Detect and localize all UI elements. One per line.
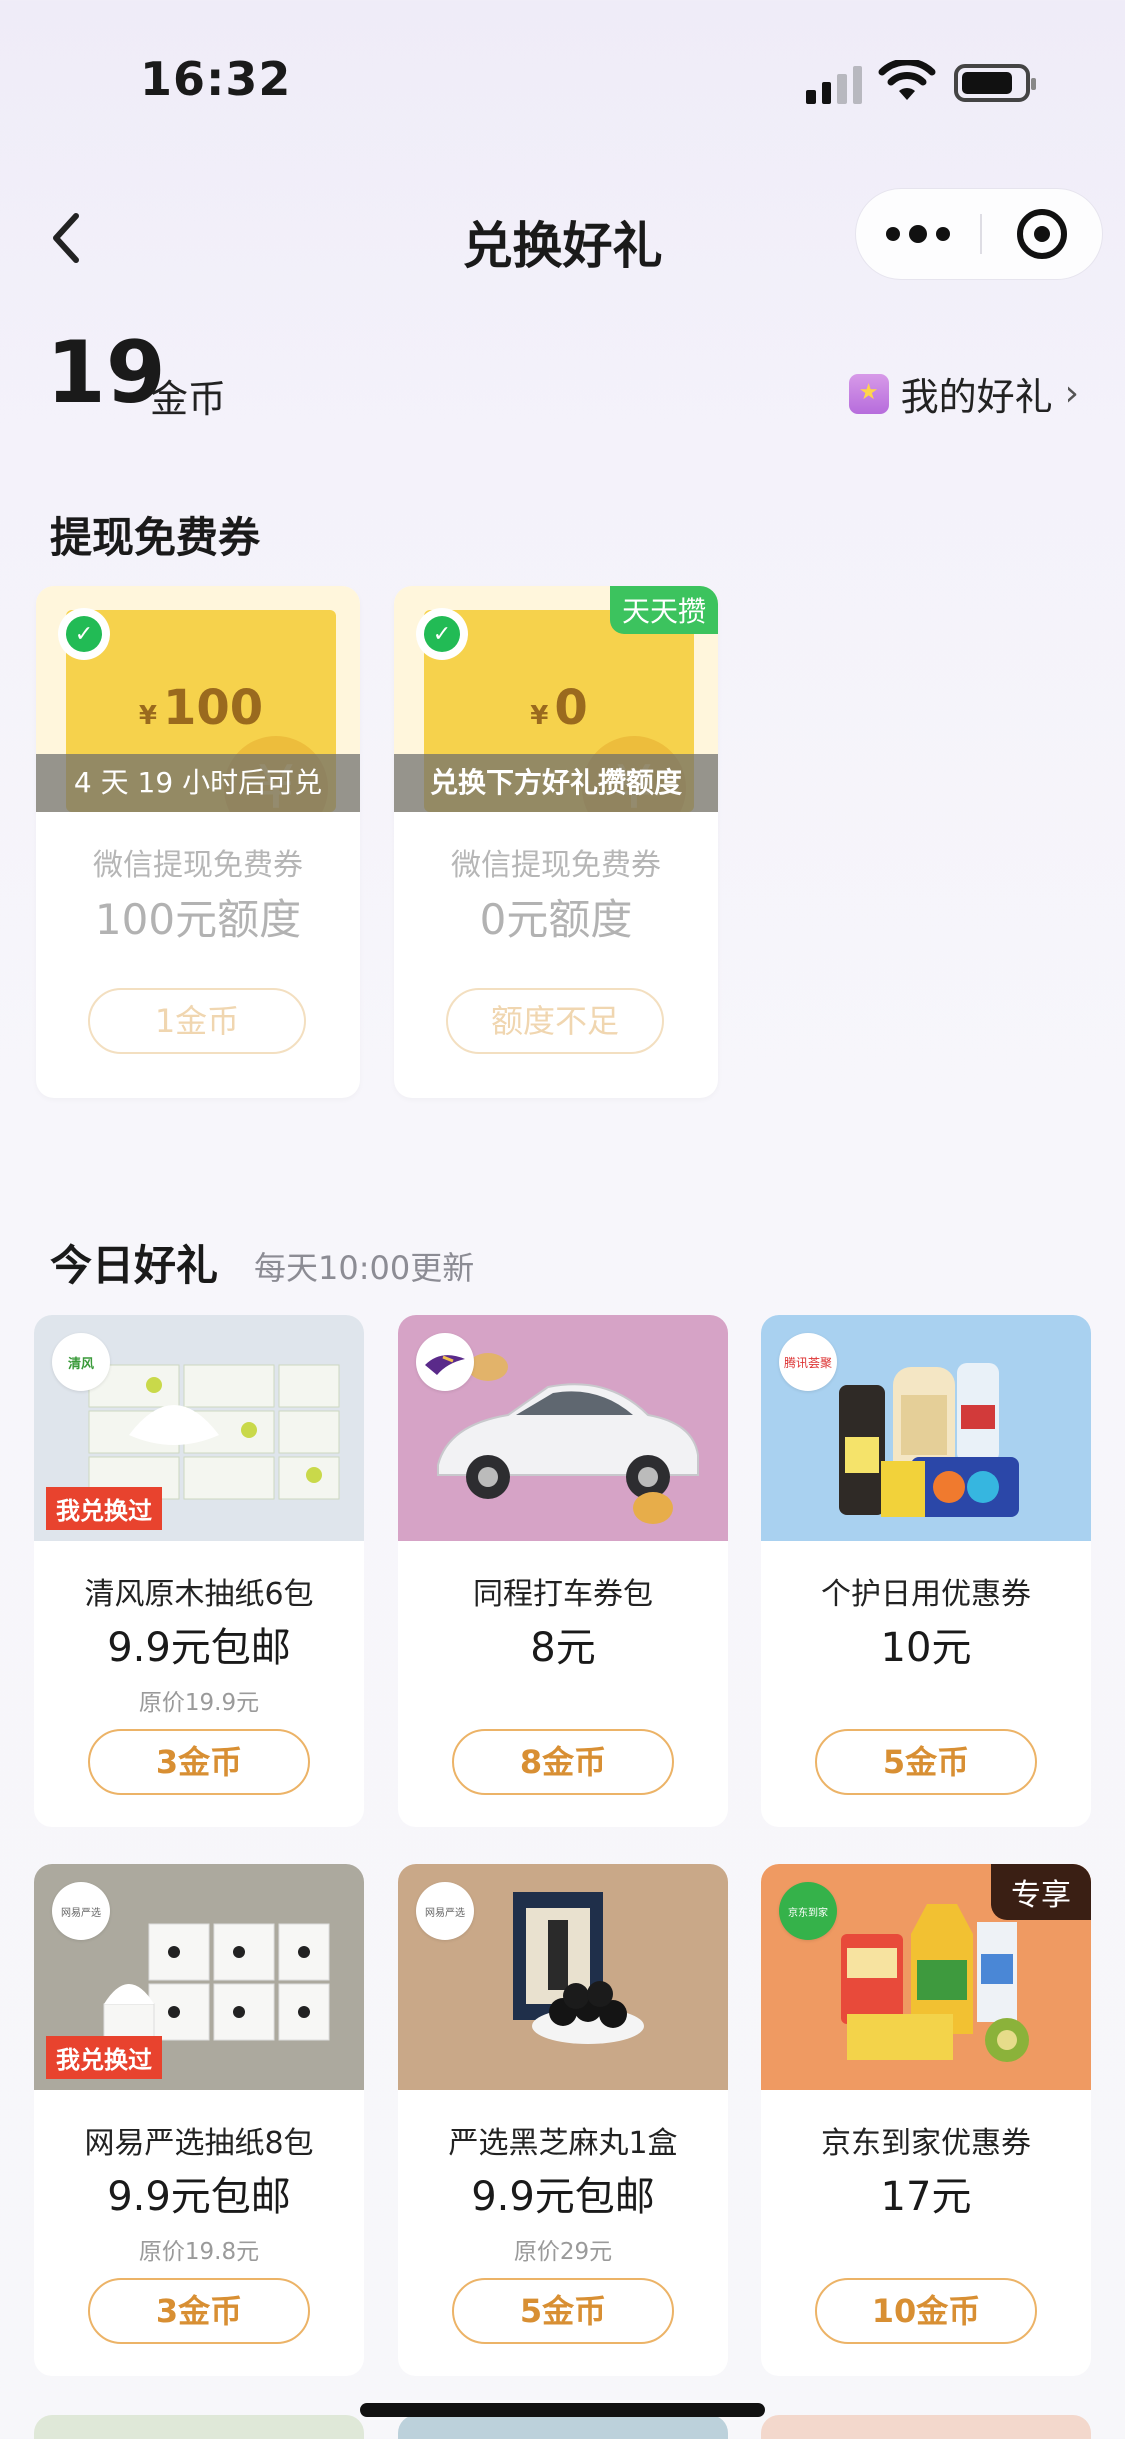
coin-unit: 金币 [150,377,227,421]
close-target-icon[interactable] [982,209,1102,259]
tongcheng-logo-icon [416,1333,474,1391]
gift-redeem-button[interactable]: 3金币 [88,2278,310,2344]
gift-name: 网易严选抽纸8包 [84,2126,314,2161]
gift-card[interactable]: 腾讯荟聚 个护日用优惠券 10元 5金币 [761,1315,1091,1827]
gift-original-price: 原价19.9元 [138,1690,260,1716]
chevron-right-icon: › [1064,373,1079,414]
voucher-amount: ¥100 [138,680,264,736]
next-row-card-peek [761,2415,1091,2439]
voucher-amount: ¥0 [530,680,588,736]
gift-name: 个护日用优惠券 [821,1577,1031,1612]
wechat-pay-icon: ✓ [416,608,468,660]
voucher-countdown: 4 天 19 小时后可兑 [36,754,360,812]
gift-original-price: 原价19.8元 [138,2239,260,2265]
mini-program-capsule [855,188,1103,280]
voucher-insufficient-button[interactable]: 额度不足 [446,988,664,1054]
cellular-signal-icon [806,62,862,104]
gift-name: 同程打车券包 [473,1577,653,1612]
gift-card[interactable]: 同程打车券包 8元 8金币 [398,1315,728,1827]
voucher-label: 微信提现免费券 [451,848,661,883]
gift-redeem-button[interactable]: 10金币 [815,2278,1037,2344]
gift-redeem-button[interactable]: 5金币 [452,2278,674,2344]
gift-price: 9.9元包邮 [107,1625,291,1671]
today-gifts-title: 今日好礼 [50,1241,219,1290]
brand-logo: 网易严选 [52,1882,110,1940]
brand-logo: 腾讯荟聚 [779,1333,837,1391]
voucher-label: 微信提现免费券 [93,848,303,883]
gift-name: 京东到家优惠券 [821,2126,1031,2161]
gift-card[interactable]: 清风 我兑换过 清风原木抽纸6包 9.9元包邮 原价19.9元 3金币 [34,1315,364,1827]
next-row-card-peek [34,2415,364,2439]
gift-calendar-icon [848,373,889,414]
gift-price: 8元 [530,1625,596,1671]
brand-logo: 网易严选 [416,1882,474,1940]
gift-card[interactable]: 网易严选 严选黑芝麻丸1盒 9.9元包邮 原价29元 5金币 [398,1864,728,2376]
brand-logo: 清风 [52,1333,110,1391]
gift-card[interactable]: 网易严选 我兑换过 网易严选抽纸8包 9.9元包邮 原价19.8元 3金币 [34,1864,364,2376]
brand-logo: 京东到家 [779,1882,837,1940]
gift-original-price: 原价29元 [513,2239,613,2265]
coin-balance: 19 [46,323,166,423]
redeemed-badge: 我兑换过 [46,1487,162,1530]
gift-redeem-button[interactable]: 5金币 [815,1729,1037,1795]
voucher-card[interactable]: ¥ ¥0 ✓ 天天攒 兑换下方好礼攒额度 微信提现免费券 0元额度 额度不足 [394,586,718,1098]
gift-name: 严选黑芝麻丸1盒 [448,2126,678,2161]
voucher-hint: 兑换下方好礼攒额度 [394,754,718,812]
more-options-icon[interactable] [856,189,980,279]
gift-redeem-button[interactable]: 3金币 [88,1729,310,1795]
wifi-icon [878,60,936,100]
exclusive-badge: 专享 [991,1864,1091,1920]
gift-name: 清风原木抽纸6包 [84,1577,314,1612]
gift-price: 10元 [880,1625,972,1671]
wechat-pay-icon: ✓ [58,608,110,660]
next-row-card-peek [398,2415,728,2439]
gift-price: 9.9元包邮 [107,2174,291,2220]
my-gifts-label: 我的好礼 [900,375,1053,419]
gift-redeem-button[interactable]: 8金币 [452,1729,674,1795]
voucher-quota: 0元额度 [479,895,633,944]
my-gifts-link[interactable]: 我的好礼 › [848,366,1079,421]
today-gifts-subtitle: 每天10:00更新 [254,1249,475,1287]
voucher-card[interactable]: ¥ ¥100 ✓ 4 天 19 小时后可兑 微信提现免费券 100元额度 1金币 [36,586,360,1098]
redeemed-badge: 我兑换过 [46,2036,162,2079]
gift-price: 9.9元包邮 [471,2174,655,2220]
home-indicator [360,2403,765,2417]
free-voucher-section-title: 提现免费券 [50,513,261,562]
voucher-redeem-button[interactable]: 1金币 [88,988,306,1054]
daily-save-tag: 天天攒 [609,586,718,634]
gift-price: 17元 [880,2174,972,2220]
battery-icon [954,64,1036,102]
voucher-quota: 100元额度 [94,895,302,944]
status-time: 16:32 [140,52,292,106]
gift-card[interactable]: 京东到家 专享 京东到家优惠券 17元 10金币 [761,1864,1091,2376]
